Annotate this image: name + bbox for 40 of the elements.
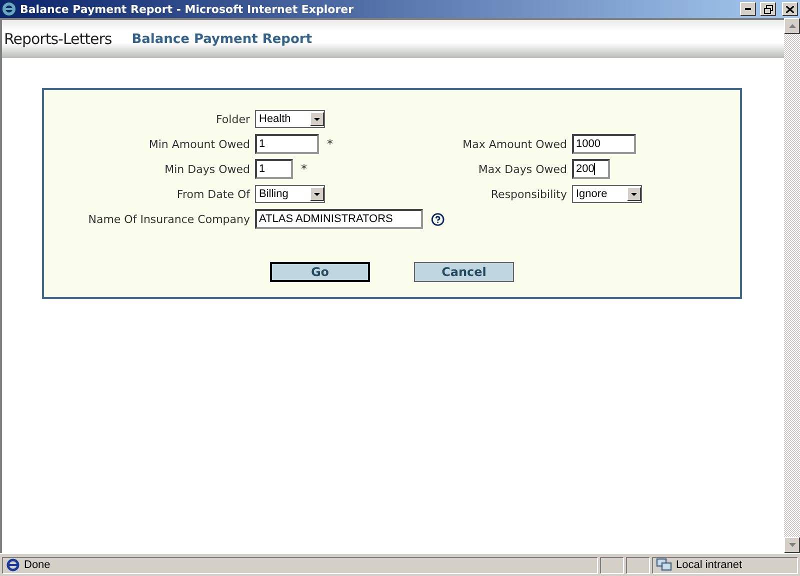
scroll-up-arrow-icon [788, 24, 796, 28]
status-pane [626, 556, 650, 574]
help-icon[interactable] [431, 212, 445, 226]
zone-text: Local intranet [676, 559, 742, 571]
status-pane [600, 556, 624, 574]
input-field[interactable]: 200 [572, 159, 610, 179]
close-icon [786, 6, 794, 12]
field-label: Responsibility [490, 188, 567, 200]
close-button[interactable] [782, 2, 798, 16]
browser-icon [2, 2, 16, 16]
form-button[interactable]: Cancel [414, 262, 514, 282]
scrollbar[interactable] [784, 18, 800, 553]
input-field[interactable]: 1 [255, 134, 319, 154]
field-label: Min Amount Owed [148, 138, 250, 150]
dropdown[interactable]: Ignore [572, 185, 642, 203]
required-mark: * [301, 162, 307, 176]
page-icon [6, 558, 20, 572]
restore-icon [764, 4, 772, 14]
network-icon [656, 558, 672, 572]
field-label: Folder [215, 112, 250, 126]
scroll-down-arrow-icon [788, 543, 796, 547]
field-label: From Date Of [176, 188, 250, 200]
input-field[interactable]: 1000 [572, 134, 636, 154]
field-label: Max Days Owed [477, 162, 567, 176]
window-title: Balance Payment Report - Microsoft Internet Explorer [20, 2, 355, 16]
field-label: Min Days Owed [164, 162, 250, 176]
minimize-button[interactable] [740, 2, 756, 16]
restore-button[interactable] [760, 2, 776, 16]
minimize-icon [745, 8, 751, 10]
page-title: Balance Payment Report [132, 32, 312, 46]
dropdown[interactable]: Health [255, 110, 325, 128]
section-title: Reports-Letters [4, 30, 112, 48]
input-field[interactable]: 1 [255, 159, 293, 179]
field-label: Max Amount Owed [462, 138, 567, 150]
input-field[interactable]: ATLAS ADMINISTRATORS [255, 209, 424, 229]
field-label: Name Of Insurance Company [87, 212, 250, 226]
dropdown[interactable]: Billing [255, 185, 325, 203]
required-mark: * [327, 137, 333, 151]
status-text: Done [24, 559, 50, 571]
form-button[interactable]: Go [270, 262, 370, 282]
